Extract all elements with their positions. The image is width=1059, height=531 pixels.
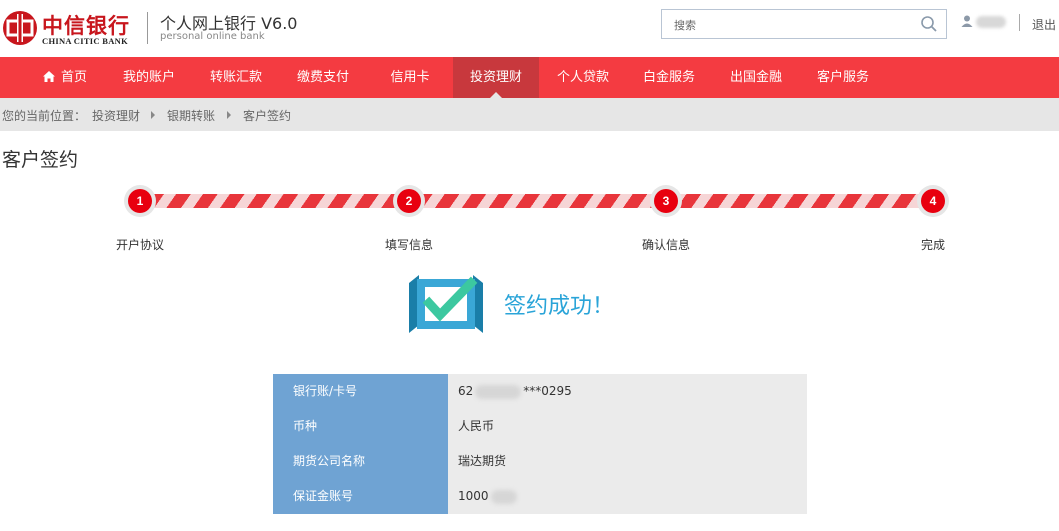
- row-label-margin-account: 保证金账号: [273, 479, 448, 514]
- step-label-2: 填写信息: [384, 238, 433, 252]
- row-label-futures-company: 期货公司名称: [273, 444, 448, 479]
- nav-label-investment: 投资理财: [469, 70, 522, 85]
- breadcrumb-separator-icon: [151, 111, 155, 119]
- step-label-3: 确认信息: [641, 238, 690, 252]
- citic-logo[interactable]: 中信银行 CHINA CITIC BANK: [2, 8, 142, 48]
- breadcrumb-item-transfer[interactable]: 银期转账: [167, 107, 215, 124]
- step-3: 3: [650, 185, 682, 217]
- nav-item-credit-card[interactable]: 信用卡: [371, 57, 449, 98]
- table-row: 币种 人民币: [273, 409, 807, 444]
- step-1: 1: [124, 185, 156, 217]
- nav-item-customer-service[interactable]: 客户服务: [804, 57, 882, 98]
- home-icon: [42, 70, 55, 82]
- breadcrumb-prefix: 您的当前位置：: [2, 109, 87, 123]
- breadcrumb: 您的当前位置： 投资理财 银期转账 客户签约: [0, 98, 1059, 131]
- breadcrumb-separator-icon: [227, 111, 231, 119]
- nav-item-transfer[interactable]: 转账汇款: [197, 57, 275, 98]
- row-value-futures-company: 瑞达期货: [448, 444, 807, 479]
- nav-item-overseas[interactable]: 出国金融: [717, 57, 795, 98]
- card-number-suffix: ***0295: [523, 384, 572, 398]
- breadcrumb-item-investment[interactable]: 投资理财: [92, 107, 140, 124]
- user-divider: [1019, 14, 1020, 31]
- search-icon[interactable]: [920, 15, 938, 33]
- citic-emblem-icon: [3, 11, 37, 45]
- step-label-1: 开户协议: [115, 238, 164, 252]
- step-number: 4: [921, 189, 945, 213]
- step-number: 2: [397, 189, 421, 213]
- step-number: 3: [654, 189, 678, 213]
- masked-digits: [475, 384, 522, 399]
- nav-item-investment[interactable]: 投资理财: [453, 57, 539, 98]
- row-value-card-number: 62 ***0295: [448, 374, 807, 409]
- search-placeholder: 搜索: [674, 19, 696, 32]
- row-value-margin-account: 1000: [448, 479, 807, 514]
- masked-digits: [490, 489, 517, 504]
- main-nav: 首页 我的账户 转账汇款 缴费支付 信用卡 投资理财 个人贷款 白金服务 出国金…: [0, 57, 1059, 98]
- user-icon[interactable]: [960, 14, 974, 28]
- success-message: 签约成功！: [504, 294, 615, 319]
- table-row: 保证金账号 1000: [273, 479, 807, 514]
- nav-item-payment[interactable]: 缴费支付: [284, 57, 362, 98]
- table-row: 银行账/卡号 62 ***0295: [273, 374, 807, 409]
- nav-item-platinum[interactable]: 白金服务: [630, 57, 708, 98]
- search-input[interactable]: 搜索: [661, 9, 947, 39]
- header: 中信银行 CHINA CITIC BANK 个人网上银行 V6.0 person…: [0, 0, 1059, 57]
- signing-info-table: 银行账/卡号 62 ***0295 币种 人民币 期货公司名称 瑞达期货 保证金账…: [273, 374, 807, 514]
- step-4: 4: [917, 185, 949, 217]
- row-label-currency: 币种: [273, 409, 448, 444]
- nav-item-home[interactable]: 首页: [30, 57, 100, 98]
- row-value-currency: 人民币: [448, 409, 807, 444]
- nav-label-home: 首页: [60, 70, 87, 85]
- margin-account-prefix: 1000: [458, 489, 489, 503]
- site-subtitle: personal online bank: [160, 31, 265, 42]
- logo-text-en: CHINA CITIC BANK: [42, 36, 129, 46]
- page-title: 客户签约: [2, 149, 79, 171]
- logout-link[interactable]: 退出: [1032, 16, 1056, 33]
- username-masked: [976, 16, 1006, 28]
- step-number: 1: [128, 189, 152, 213]
- table-row: 期货公司名称 瑞达期货: [273, 444, 807, 479]
- nav-item-personal-loan[interactable]: 个人贷款: [544, 57, 622, 98]
- breadcrumb-item-current: 客户签约: [243, 109, 292, 123]
- step-label-4: 完成: [920, 238, 945, 252]
- step-progress-bar: [140, 194, 933, 208]
- card-number-prefix: 62: [458, 384, 474, 398]
- step-2: 2: [393, 185, 425, 217]
- nav-item-my-account[interactable]: 我的账户: [110, 57, 188, 98]
- logo-divider: [147, 12, 148, 44]
- row-label-card-number: 银行账/卡号: [273, 374, 448, 409]
- success-check-icon: [409, 275, 483, 333]
